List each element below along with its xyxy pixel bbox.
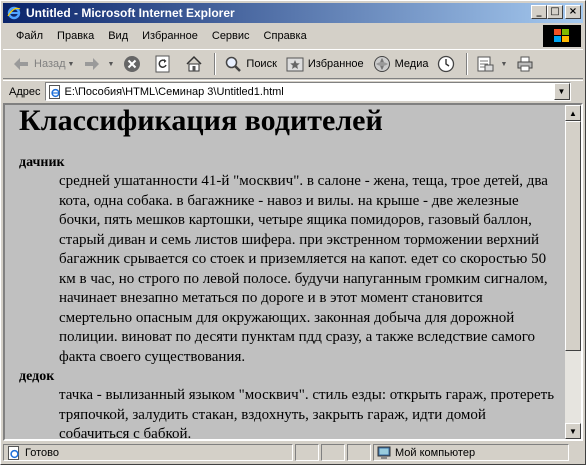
history-button[interactable] (432, 51, 463, 77)
search-label: Поиск (246, 58, 277, 70)
close-button[interactable]: × (565, 5, 581, 19)
status-bar: Готово Мой компьютер (3, 443, 583, 462)
windows-logo-icon (543, 25, 581, 47)
menu-tools[interactable]: Сервис (205, 28, 257, 44)
mail-icon (475, 54, 495, 74)
back-button[interactable]: Назад ▼ (7, 51, 78, 77)
search-button[interactable]: Поиск (219, 51, 280, 77)
status-panel-empty-1 (295, 444, 319, 461)
refresh-button[interactable] (149, 51, 180, 77)
mail-button[interactable]: ▼ (471, 51, 511, 77)
scroll-down-button[interactable]: ▼ (565, 423, 581, 439)
maximize-button[interactable]: □ (547, 5, 563, 19)
home-button[interactable] (180, 51, 211, 77)
refresh-icon (153, 54, 173, 74)
zone-text: Мой компьютер (395, 446, 476, 459)
toolbar: Назад ▼ ▼ Поиск Избранное Медиа ▼ (3, 49, 583, 79)
status-text-panel: Готово (3, 444, 293, 461)
menu-favorites[interactable]: Избранное (135, 28, 205, 44)
back-arrow-icon (11, 54, 31, 74)
toolbar-separator (214, 53, 217, 75)
title-bar[interactable]: Untitled - Microsoft Internet Explorer _… (3, 3, 583, 23)
media-label: Медиа (394, 58, 429, 70)
page-content: Классификация водителей дачник средней у… (5, 105, 565, 439)
history-clock-icon (436, 54, 456, 74)
address-value: E:\Пособия\HTML\Семинар 3\Untitled1.html (64, 85, 284, 98)
forward-dropdown-icon[interactable]: ▼ (107, 61, 114, 68)
media-icon (372, 54, 392, 74)
menu-help[interactable]: Справка (257, 28, 314, 44)
address-input[interactable]: E:\Пособия\HTML\Семинар 3\Untitled1.html… (44, 82, 571, 101)
print-button[interactable] (511, 51, 542, 77)
status-panel-empty-2 (321, 444, 345, 461)
mail-dropdown-icon[interactable]: ▼ (500, 61, 507, 68)
window-title: Untitled - Microsoft Internet Explorer (26, 6, 235, 20)
menu-edit[interactable]: Правка (50, 28, 101, 44)
status-panel-empty-3 (347, 444, 371, 461)
vertical-scrollbar[interactable]: ▲ ▼ (565, 105, 581, 439)
menu-file[interactable]: Файл (9, 28, 50, 44)
search-icon (223, 54, 243, 74)
menu-view[interactable]: Вид (101, 28, 135, 44)
definition-list: дачник средней ушатанности 41-й "москвич… (19, 153, 557, 439)
address-bar: Адрес E:\Пособия\HTML\Семинар 3\Untitled… (3, 80, 583, 102)
minimize-button[interactable]: _ (531, 5, 547, 19)
content-frame: Классификация водителей дачник средней у… (3, 103, 583, 441)
back-label: Назад (34, 58, 66, 70)
status-zone-panel: Мой компьютер (373, 444, 569, 461)
printer-icon (515, 54, 535, 74)
favorites-label: Избранное (307, 58, 364, 70)
stop-icon (122, 54, 142, 74)
back-dropdown-icon[interactable]: ▼ (68, 61, 75, 68)
toolbar-separator (466, 53, 469, 75)
favorites-star-icon (285, 54, 305, 74)
media-button[interactable]: Медиа (368, 51, 433, 77)
address-dropdown-button[interactable]: ▼ (553, 83, 570, 100)
forward-button[interactable]: ▼ (78, 51, 118, 77)
status-text: Готово (25, 446, 59, 459)
scroll-up-button[interactable]: ▲ (565, 105, 581, 121)
ie-logo-icon (6, 5, 22, 21)
ie-window: Untitled - Microsoft Internet Explorer _… (0, 0, 586, 465)
forward-arrow-icon (82, 54, 102, 74)
html-page-icon (48, 84, 62, 99)
term-dedok: дедок (19, 369, 55, 384)
scroll-thumb[interactable] (565, 121, 581, 351)
definition-dachnik: средней ушатанности 41-й "москвич". в са… (59, 173, 548, 365)
my-computer-icon (377, 446, 391, 460)
home-icon (184, 54, 204, 74)
stop-button[interactable] (118, 51, 149, 77)
definition-dedok: тачка - вылизанный языком "москвич". сти… (59, 387, 555, 439)
favorites-button[interactable]: Избранное (281, 51, 368, 77)
term-dachnik: дачник (19, 155, 65, 170)
menu-bar: Файл Правка Вид Избранное Сервис Справка (3, 25, 541, 47)
page-heading: Классификация водителей (19, 105, 383, 137)
page-done-icon (7, 445, 21, 460)
address-label: Адрес (9, 85, 41, 98)
